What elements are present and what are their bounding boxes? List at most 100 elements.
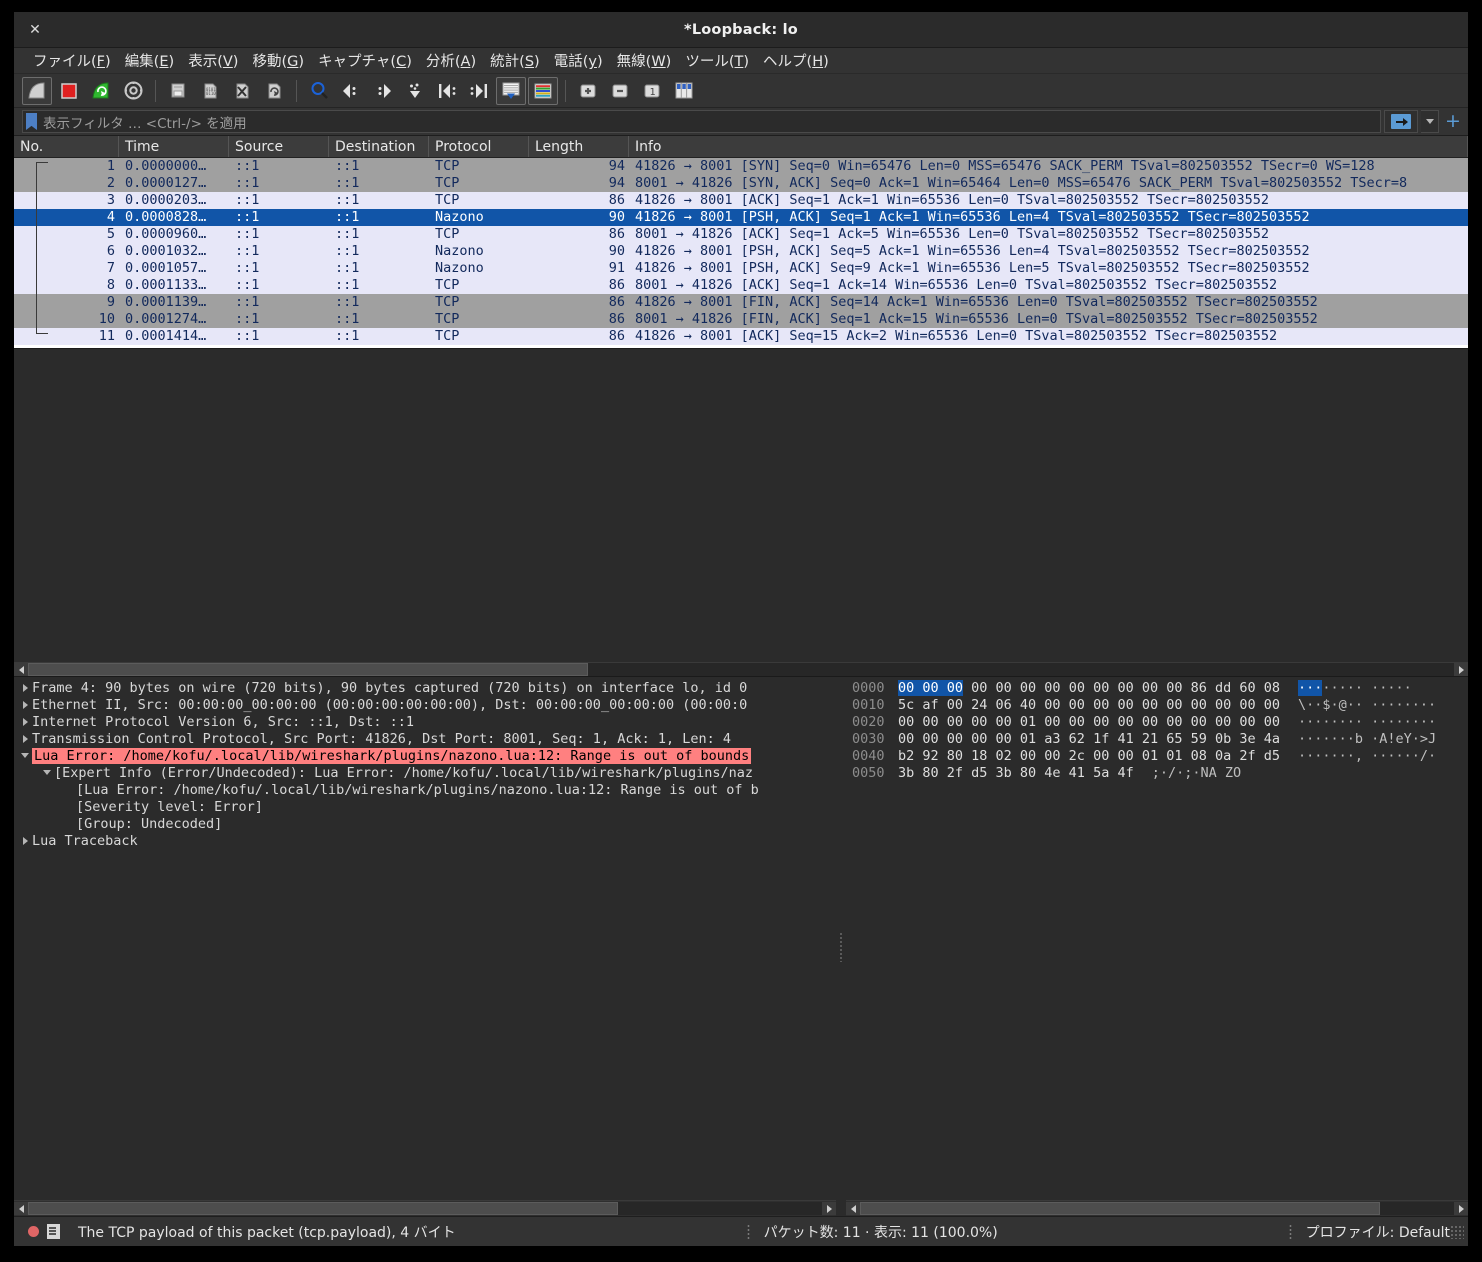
menu-help[interactable]: ヘルプ(H) bbox=[756, 48, 836, 73]
menu-statistics[interactable]: 統計(S) bbox=[483, 48, 547, 73]
column-header-info[interactable]: Info bbox=[629, 136, 1468, 157]
chevron-down-icon[interactable] bbox=[40, 770, 54, 775]
scroll-left-icon[interactable] bbox=[14, 663, 28, 676]
restart-capture-icon[interactable] bbox=[86, 77, 116, 105]
chevron-down-icon[interactable] bbox=[1421, 110, 1439, 133]
resize-columns-icon[interactable] bbox=[669, 77, 699, 105]
chevron-down-icon[interactable] bbox=[18, 753, 32, 758]
table-row[interactable]: 70.0001057…::1::1Nazono9141826 → 8001 [P… bbox=[14, 260, 1468, 277]
filter-input-wrapper[interactable]: 表示フィルタ … <Ctrl-/> を適用 bbox=[22, 110, 1381, 133]
packet-list-hscrollbar[interactable] bbox=[14, 662, 1468, 676]
resize-grip[interactable] bbox=[1450, 1225, 1464, 1239]
apply-filter-arrow-icon[interactable] bbox=[1384, 110, 1418, 133]
scrollbar-thumb[interactable] bbox=[28, 663, 588, 676]
go-to-packet-icon[interactable] bbox=[400, 77, 430, 105]
packet-list-rows[interactable]: 10.0000000…::1::1TCP9441826 → 8001 [SYN]… bbox=[14, 158, 1468, 348]
vertical-pane-splitter[interactable] bbox=[836, 677, 846, 1216]
expert-info-error-icon[interactable] bbox=[28, 1226, 39, 1237]
hex-row[interactable]: 003000 00 00 00 00 01 a3 62 1f 41 21 65 … bbox=[852, 730, 1468, 747]
table-row[interactable]: 20.0000127…::1::1TCP948001 → 41826 [SYN,… bbox=[14, 175, 1468, 192]
reload-file-icon[interactable] bbox=[259, 77, 289, 105]
scroll-right-icon[interactable] bbox=[1454, 1202, 1468, 1215]
hex-row[interactable]: 000000 00 00 00 00 00 00 00 00 00 00 00 … bbox=[852, 679, 1468, 696]
hex-row[interactable]: 0040b2 92 80 18 02 00 00 2c 00 00 01 01 … bbox=[852, 747, 1468, 764]
go-back-icon[interactable] bbox=[336, 77, 366, 105]
table-row[interactable]: 40.0000828…::1::1Nazono9041826 → 8001 [P… bbox=[14, 209, 1468, 226]
menu-capture[interactable]: キャプチャ(C) bbox=[311, 48, 419, 73]
save-file-icon[interactable]: 01010110 bbox=[195, 77, 225, 105]
hex-dump[interactable]: 000000 00 00 00 00 00 00 00 00 00 00 00 … bbox=[846, 677, 1468, 1200]
menu-go[interactable]: 移動(G) bbox=[245, 48, 311, 73]
capture-options-icon[interactable] bbox=[118, 77, 148, 105]
menu-view[interactable]: 表示(V) bbox=[181, 48, 245, 73]
table-row[interactable]: 100.0001274…::1::1TCP868001 → 41826 [FIN… bbox=[14, 311, 1468, 328]
menu-edit[interactable]: 編集(E) bbox=[118, 48, 182, 73]
tree-row[interactable]: Frame 4: 90 bytes on wire (720 bits), 90… bbox=[18, 679, 836, 696]
hex-row[interactable]: 00105c af 00 24 06 40 00 00 00 00 00 00 … bbox=[852, 696, 1468, 713]
tree-row[interactable]: Lua Error: /home/kofu/.local/lib/wiresha… bbox=[18, 747, 836, 764]
tree-row[interactable]: [Severity level: Error] bbox=[18, 798, 836, 815]
hex-row[interactable]: 00503b 80 2f d5 3b 80 4e 41 5a 4f;·/·;·N… bbox=[852, 764, 1468, 781]
chevron-right-icon[interactable] bbox=[18, 718, 32, 726]
scrollbar-track[interactable] bbox=[28, 663, 1454, 676]
go-last-packet-icon[interactable] bbox=[464, 77, 494, 105]
capture-file-icon[interactable] bbox=[47, 1224, 60, 1239]
table-row[interactable]: 10.0000000…::1::1TCP9441826 → 8001 [SYN]… bbox=[14, 158, 1468, 175]
column-header-no[interactable]: No. bbox=[14, 136, 119, 157]
stop-capture-icon[interactable] bbox=[54, 77, 84, 105]
table-row[interactable]: 60.0001032…::1::1Nazono9041826 → 8001 [P… bbox=[14, 243, 1468, 260]
detail-hscrollbar[interactable] bbox=[14, 1200, 836, 1216]
scrollbar-track[interactable] bbox=[860, 1202, 1454, 1215]
chevron-right-icon[interactable] bbox=[18, 701, 32, 709]
menu-wireless[interactable]: 無線(W) bbox=[610, 48, 679, 73]
tree-row[interactable]: [Expert Info (Error/Undecoded): Lua Erro… bbox=[18, 764, 836, 781]
column-header-protocol[interactable]: Protocol bbox=[429, 136, 529, 157]
tree-row[interactable]: [Lua Error: /home/kofu/.local/lib/wiresh… bbox=[18, 781, 836, 798]
scroll-left-icon[interactable] bbox=[846, 1202, 860, 1215]
add-filter-button[interactable]: + bbox=[1442, 110, 1464, 133]
table-row[interactable]: 90.0001139…::1::1TCP8641826 → 8001 [FIN,… bbox=[14, 294, 1468, 311]
close-window-button[interactable]: ✕ bbox=[18, 12, 52, 47]
bookmark-icon[interactable] bbox=[26, 113, 37, 130]
tree-row[interactable]: Transmission Control Protocol, Src Port:… bbox=[18, 730, 836, 747]
table-row[interactable]: 80.0001133…::1::1TCP868001 → 41826 [ACK]… bbox=[14, 277, 1468, 294]
packet-detail-tree[interactable]: Frame 4: 90 bytes on wire (720 bits), 90… bbox=[14, 677, 836, 1200]
scrollbar-thumb[interactable] bbox=[28, 1202, 618, 1215]
column-header-source[interactable]: Source bbox=[229, 136, 329, 157]
table-row[interactable]: 110.0001414…::1::1TCP8641826 → 8001 [ACK… bbox=[14, 328, 1468, 345]
zoom-in-icon[interactable] bbox=[573, 77, 603, 105]
colorize-icon[interactable] bbox=[528, 77, 558, 105]
start-capture-icon[interactable] bbox=[22, 77, 52, 105]
tree-row[interactable]: Internet Protocol Version 6, Src: ::1, D… bbox=[18, 713, 836, 730]
table-row[interactable]: 30.0000203…::1::1TCP8641826 → 8001 [ACK]… bbox=[14, 192, 1468, 209]
column-header-time[interactable]: Time bbox=[119, 136, 229, 157]
open-file-icon[interactable] bbox=[163, 77, 193, 105]
hex-row[interactable]: 002000 00 00 00 00 01 00 00 00 00 00 00 … bbox=[852, 713, 1468, 730]
scroll-right-icon[interactable] bbox=[1454, 663, 1468, 676]
scroll-right-icon[interactable] bbox=[822, 1202, 836, 1215]
menu-telephony[interactable]: 電話(y) bbox=[547, 48, 610, 73]
close-file-icon[interactable] bbox=[227, 77, 257, 105]
zoom-out-icon[interactable] bbox=[605, 77, 635, 105]
tree-row[interactable]: [Group: Undecoded] bbox=[18, 815, 836, 832]
tree-row[interactable]: Lua Traceback bbox=[18, 832, 836, 849]
menu-analyze[interactable]: 分析(A) bbox=[419, 48, 483, 73]
table-row[interactable]: 50.0000960…::1::1TCP868001 → 41826 [ACK]… bbox=[14, 226, 1468, 243]
scrollbar-thumb[interactable] bbox=[860, 1202, 1380, 1215]
go-forward-icon[interactable] bbox=[368, 77, 398, 105]
tree-row[interactable]: Ethernet II, Src: 00:00:00_00:00:00 (00:… bbox=[18, 696, 836, 713]
scrollbar-track[interactable] bbox=[28, 1202, 822, 1215]
auto-scroll-icon[interactable] bbox=[496, 77, 526, 105]
chevron-right-icon[interactable] bbox=[18, 684, 32, 692]
hex-hscrollbar[interactable] bbox=[846, 1200, 1468, 1216]
scroll-left-icon[interactable] bbox=[14, 1202, 28, 1215]
find-packet-icon[interactable] bbox=[304, 77, 334, 105]
column-header-length[interactable]: Length bbox=[529, 136, 629, 157]
chevron-right-icon[interactable] bbox=[18, 837, 32, 845]
menu-file[interactable]: ファイル(F) bbox=[26, 48, 118, 73]
menu-tools[interactable]: ツール(T) bbox=[678, 48, 756, 73]
zoom-reset-icon[interactable]: 1 bbox=[637, 77, 667, 105]
chevron-right-icon[interactable] bbox=[18, 735, 32, 743]
go-first-packet-icon[interactable] bbox=[432, 77, 462, 105]
column-header-destination[interactable]: Destination bbox=[329, 136, 429, 157]
